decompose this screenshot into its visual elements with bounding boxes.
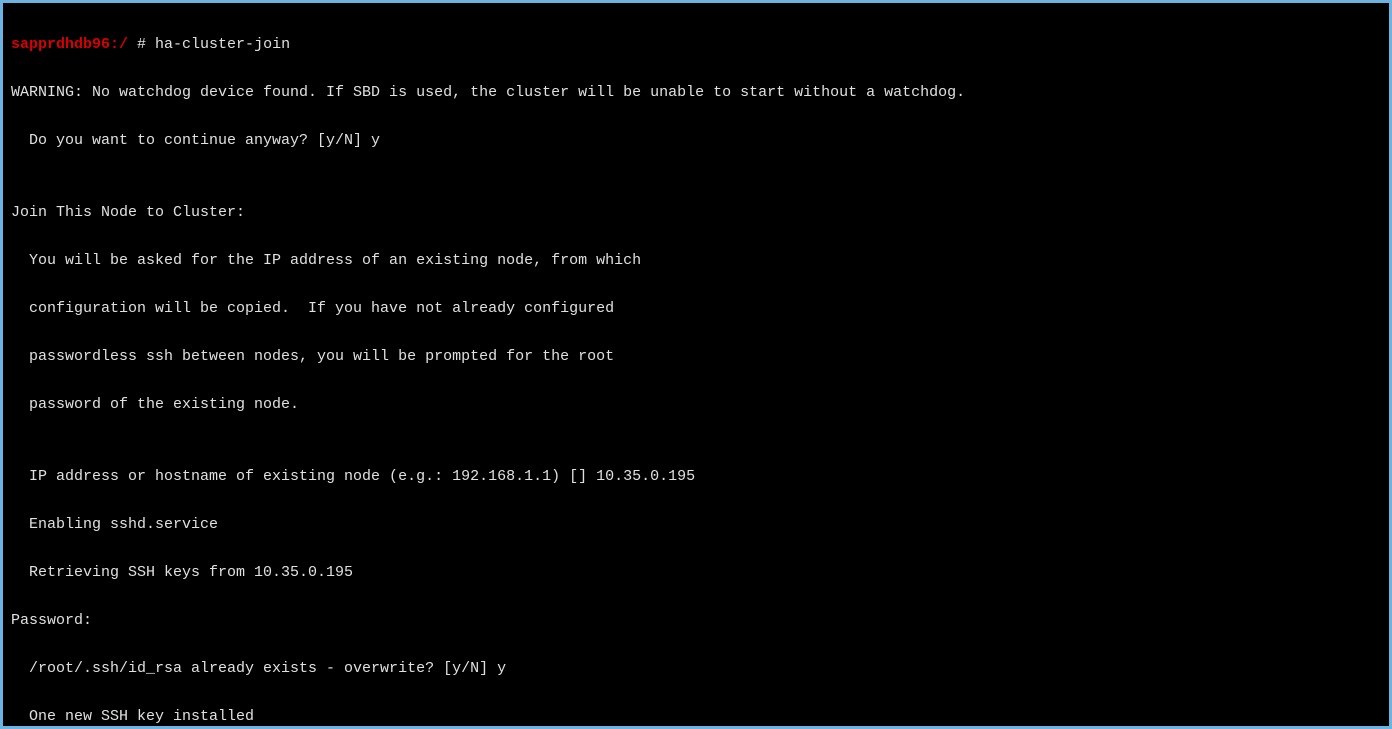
output-line: IP address or hostname of existing node … xyxy=(11,465,1381,489)
output-line: Retrieving SSH keys from 10.35.0.195 xyxy=(11,561,1381,585)
output-line: WARNING: No watchdog device found. If SB… xyxy=(11,81,1381,105)
output-line: Join This Node to Cluster: xyxy=(11,201,1381,225)
output-line: Do you want to continue anyway? [y/N] y xyxy=(11,129,1381,153)
output-line: You will be asked for the IP address of … xyxy=(11,249,1381,273)
output-line: configuration will be copied. If you hav… xyxy=(11,297,1381,321)
prompt-line-1: sapprdhdb96:/ # ha-cluster-join xyxy=(11,33,1381,57)
shell-command: ha-cluster-join xyxy=(155,36,290,53)
output-line: Enabling sshd.service xyxy=(11,513,1381,537)
output-line: password of the existing node. xyxy=(11,393,1381,417)
output-line: /root/.ssh/id_rsa already exists - overw… xyxy=(11,657,1381,681)
output-line: Password: xyxy=(11,609,1381,633)
shell-prompt-sep: # xyxy=(128,36,155,53)
output-line: One new SSH key installed xyxy=(11,705,1381,726)
terminal-window[interactable]: sapprdhdb96:/ # ha-cluster-join WARNING:… xyxy=(3,3,1389,726)
shell-prompt-host: sapprdhdb96:/ xyxy=(11,36,128,53)
output-line: passwordless ssh between nodes, you will… xyxy=(11,345,1381,369)
